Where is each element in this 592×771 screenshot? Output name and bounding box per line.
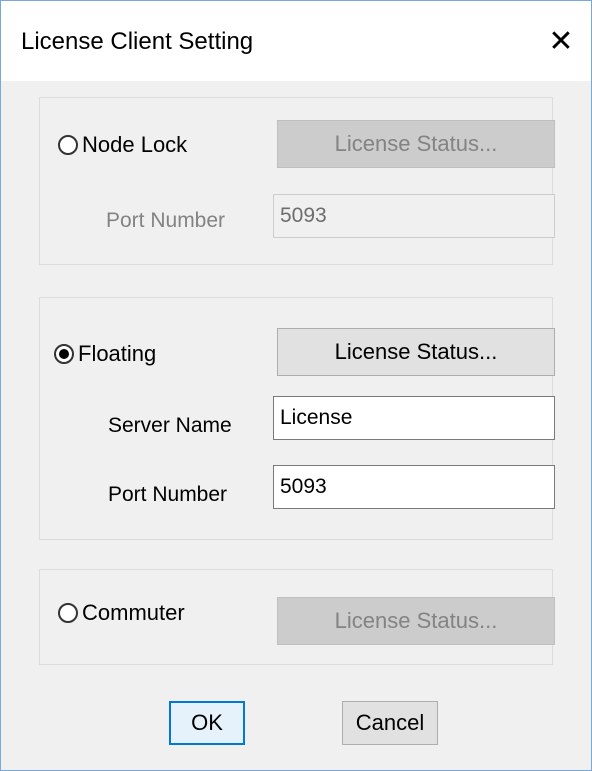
floating-group: Floating License Status... Server Name L… [39, 297, 555, 540]
cancel-button[interactable]: Cancel [342, 701, 438, 745]
commuter-license-status-button[interactable]: License Status... [277, 597, 555, 645]
floating-radio-option[interactable]: Floating [54, 341, 156, 367]
dialog-title: License Client Setting [21, 28, 254, 55]
node-lock-radio[interactable] [58, 135, 78, 155]
node-lock-port-label: Port Number [106, 209, 226, 232]
node-lock-label: Node Lock [82, 132, 188, 157]
commuter-label: Commuter [82, 600, 185, 625]
node-lock-group: Node Lock License Status... Port Number … [39, 97, 555, 265]
floating-radio[interactable] [54, 344, 74, 364]
close-icon[interactable]: ✕ [531, 1, 591, 81]
ok-button[interactable]: OK [169, 701, 245, 745]
license-client-dialog: License Client Setting ✕ Node Lock Licen… [0, 0, 592, 771]
floating-label: Floating [78, 341, 157, 366]
commuter-group: Commuter License Status... [39, 569, 555, 665]
floating-port-field[interactable]: 5093 [273, 465, 555, 509]
node-lock-radio-option[interactable]: Node Lock [58, 132, 187, 158]
server-name-label: Server Name [108, 414, 232, 437]
node-lock-license-status-button[interactable]: License Status... [277, 120, 555, 168]
commuter-radio-option[interactable]: Commuter [58, 600, 185, 626]
floating-port-label: Port Number [108, 483, 228, 506]
commuter-radio[interactable] [58, 603, 78, 623]
server-name-field[interactable]: License [273, 396, 555, 440]
floating-license-status-button[interactable]: License Status... [277, 328, 555, 376]
node-lock-port-field[interactable]: 5093 [273, 194, 555, 238]
title-bar: License Client Setting ✕ [1, 1, 591, 81]
